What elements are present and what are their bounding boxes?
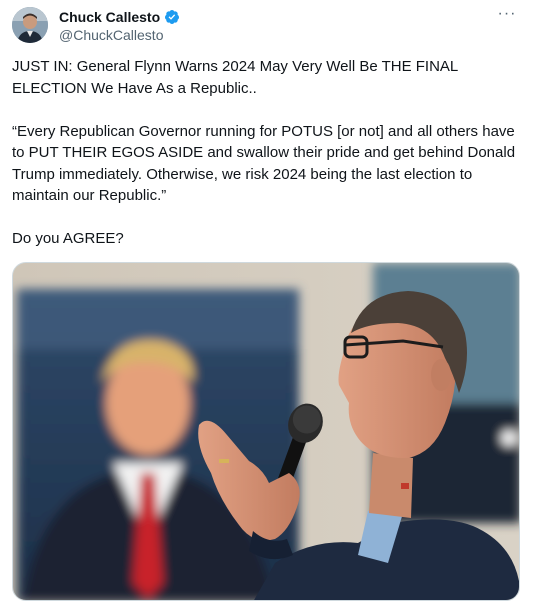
tweet-photo[interactable]	[12, 262, 520, 601]
verified-badge-icon	[164, 9, 180, 25]
more-options-button[interactable]: ···	[495, 6, 519, 26]
tweet-paragraph-2: “Every Republican Governor running for P…	[12, 122, 516, 205]
author-display-name[interactable]: Chuck Callesto	[59, 9, 160, 25]
ellipsis-icon: ···	[497, 5, 517, 22]
photo-flynn-speaking-image	[13, 263, 519, 600]
tweet-paragraph-1: JUST IN: General Flynn Warns 2024 May Ve…	[12, 58, 458, 97]
user-avatar-icon	[12, 7, 48, 43]
author-avatar[interactable]	[12, 7, 48, 43]
author-handle[interactable]: @ChuckCallesto	[59, 27, 493, 43]
tweet-header: Chuck Callesto @ChuckCallesto	[59, 7, 493, 43]
tweet: Chuck Callesto @ChuckCallesto ··· JUST I…	[0, 0, 533, 609]
tweet-text: JUST IN: General Flynn Warns 2024 May Ve…	[12, 56, 517, 271]
tweet-paragraph-3: Do you AGREE?	[12, 230, 124, 247]
name-row: Chuck Callesto	[59, 7, 493, 26]
